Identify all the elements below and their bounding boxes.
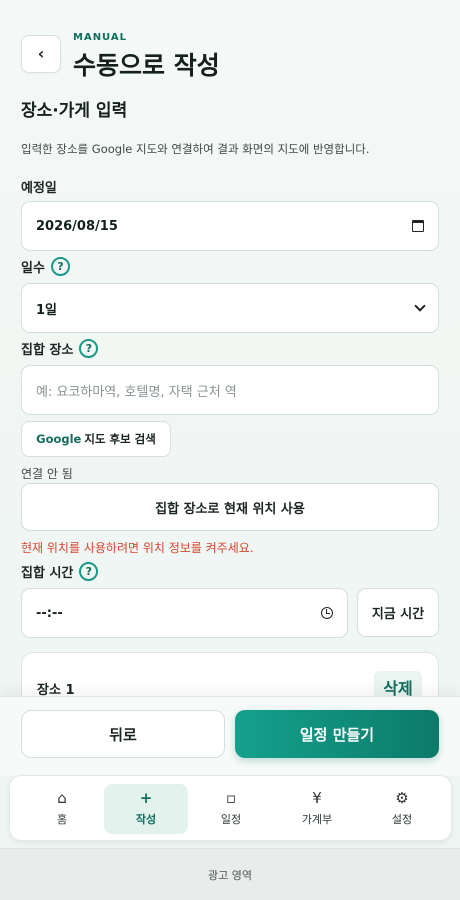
back-action-button[interactable]: 뒤로 <box>21 710 225 758</box>
section-description: 입력한 장소를 Google 지도와 연결하여 결과 화면의 지도에 반영합니다… <box>21 142 370 156</box>
nav-label-settings: 설정 <box>391 813 413 826</box>
calendar-icon[interactable] <box>412 220 424 232</box>
use-current-location-button[interactable]: 집합 장소로 현재 위치 사용 <box>21 483 439 531</box>
meeting-place-label-text: 집합 장소 <box>21 343 74 358</box>
google-search-label: 지도 후보 검색 <box>84 432 156 446</box>
bottom-nav: ⌂ 홈 + 작성 ▫ 일정 ¥ 가계부 ⚙ 설정 <box>9 775 452 841</box>
days-select[interactable]: 1일 <box>21 283 439 333</box>
date-value: 2026/08/15 <box>36 218 118 234</box>
google-map-search-button[interactable]: Google 지도 후보 검색 <box>21 421 171 457</box>
date-input[interactable]: 2026/08/15 <box>21 201 439 251</box>
meeting-place-input[interactable]: 예: 요코하마역, 호텔명, 자택 근처 역 <box>21 365 439 415</box>
calendar-square-icon: ▫ <box>225 789 237 807</box>
nav-item-budget[interactable]: ¥ 가계부 <box>275 784 359 834</box>
google-brand-text: Google <box>36 432 82 446</box>
meeting-place-label: 집합 장소 ? <box>21 339 99 358</box>
now-time-button[interactable]: 지금 시간 <box>357 588 439 637</box>
nav-label-budget: 가계부 <box>301 813 333 826</box>
nav-label-create: 작성 <box>135 813 157 826</box>
meeting-time-input[interactable]: --:-- <box>21 588 348 638</box>
yen-icon: ¥ <box>312 789 322 807</box>
meeting-time-label: 집합 시간 ? <box>21 562 99 581</box>
meeting-time-help-icon[interactable]: ? <box>79 562 99 581</box>
meeting-time-value: --:-- <box>36 605 63 621</box>
date-label-text: 예정일 <box>21 181 57 196</box>
page-title: 수동으로 작성 <box>73 51 220 80</box>
nav-label-schedule: 일정 <box>220 813 242 826</box>
location-error-message: 현재 위치를 사용하려면 위치 정보를 켜주세요. <box>21 541 254 555</box>
ad-area: 광고 영역 <box>0 848 460 900</box>
section-title: 장소·가게 입력 <box>21 101 128 121</box>
nav-item-schedule[interactable]: ▫ 일정 <box>189 784 273 834</box>
plus-icon: + <box>139 789 153 807</box>
meeting-place-placeholder: 예: 요코하마역, 호텔명, 자택 근처 역 <box>36 384 237 400</box>
date-label: 예정일 <box>21 177 57 196</box>
nav-item-home[interactable]: ⌂ 홈 <box>20 784 104 834</box>
chevron-left-icon: ‹ <box>37 44 45 63</box>
action-bar: 뒤로 일정 만들기 <box>0 696 460 776</box>
gear-icon: ⚙ <box>395 789 409 807</box>
create-schedule-button[interactable]: 일정 만들기 <box>235 710 439 758</box>
page-eyebrow: MANUAL <box>73 32 127 43</box>
back-button[interactable]: ‹ <box>21 35 61 73</box>
meeting-time-label-text: 집합 시간 <box>21 566 74 581</box>
ad-label: 광고 영역 <box>208 868 252 882</box>
days-label: 일수 ? <box>21 257 70 276</box>
manual-create-screen: ‹ MANUAL 수동으로 작성 장소·가게 입력 입력한 장소를 Google… <box>0 0 460 900</box>
chevron-down-icon <box>414 300 426 312</box>
nav-label-home: 홈 <box>56 813 68 826</box>
clock-icon[interactable] <box>321 607 333 619</box>
nav-item-settings[interactable]: ⚙ 설정 <box>360 784 444 834</box>
nav-item-create[interactable]: + 작성 <box>104 784 188 834</box>
meeting-place-help-icon[interactable]: ? <box>79 339 99 358</box>
home-icon: ⌂ <box>57 789 67 807</box>
days-label-text: 일수 <box>21 261 45 276</box>
connection-status: 연결 안 됨 <box>21 467 73 481</box>
days-selected-value: 1일 <box>36 302 58 318</box>
days-help-icon[interactable]: ? <box>50 257 70 276</box>
